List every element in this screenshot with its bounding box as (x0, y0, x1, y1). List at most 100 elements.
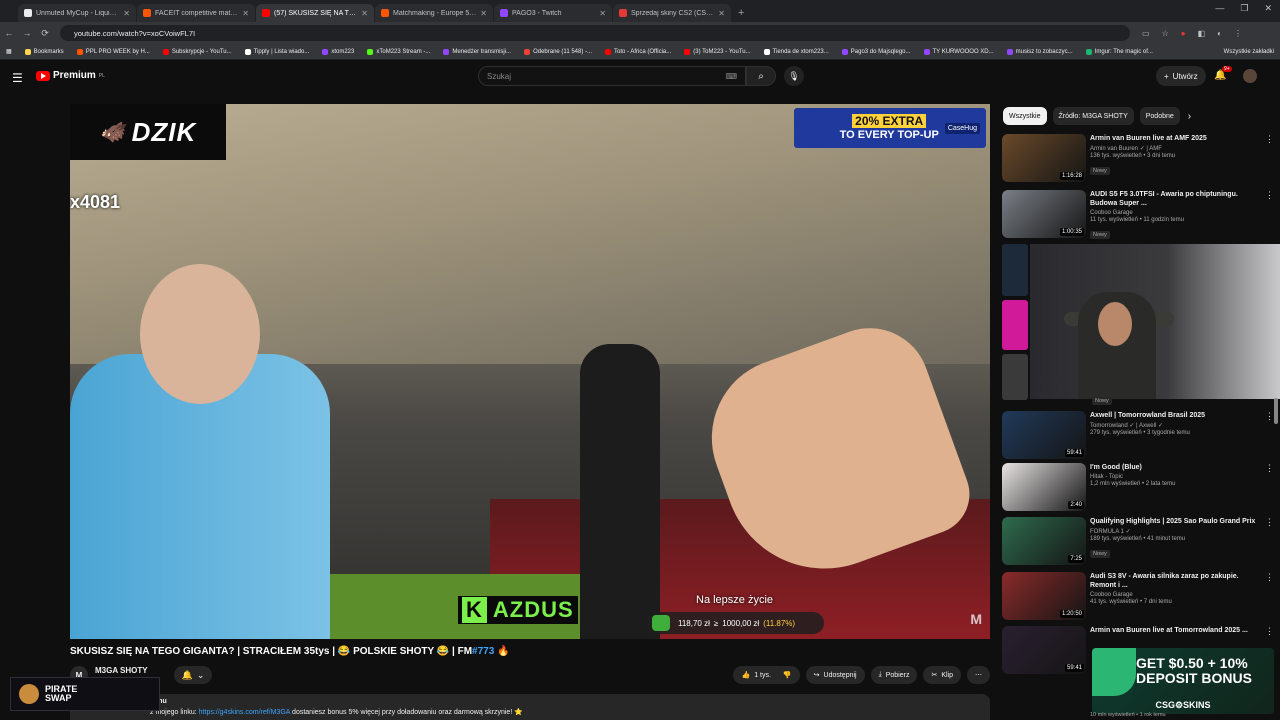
bookmark-item[interactable]: Pago3 do Majsqlego... (841, 48, 911, 55)
bookmark-item[interactable]: Odebrane (11 548) -... (524, 48, 592, 55)
new-tab-button[interactable]: + (738, 7, 744, 19)
filter-chip[interactable]: Wszystkie (1003, 107, 1047, 125)
bookmark-item[interactable]: Bookmarks (24, 48, 64, 55)
back-icon[interactable]: ← (0, 28, 18, 38)
rec-thumbnail[interactable]: 1:20:50 (1002, 572, 1086, 620)
rec-title[interactable]: AUDI S5 F5 3.0TFSI - Awaria po chiptunin… (1090, 190, 1260, 208)
browser-tab[interactable]: Matchmaking - Europe 5v5 Qu✕ (375, 4, 493, 22)
hamburger-menu-icon[interactable]: ☰ (12, 71, 23, 85)
rec-thumbnail[interactable]: 59:41 (1002, 411, 1086, 459)
rec-menu-icon[interactable]: ⋮ (1265, 517, 1274, 528)
more-actions-button[interactable]: ⋯ (967, 666, 990, 684)
rec-title[interactable]: Axwell | Tomorrowland Brasil 2025 (1090, 411, 1260, 420)
recommendation-item[interactable]: 1:20:50 Audi S3 8V - Awaria silnika zaraz… (1002, 572, 1274, 624)
rec-menu-icon[interactable]: ⋮ (1265, 411, 1274, 422)
profile-icon[interactable]: ◐ (1217, 29, 1222, 38)
close-window-button[interactable]: ✕ (1264, 3, 1272, 14)
filter-chip[interactable]: Źródło: M3GA SHOTY (1052, 107, 1134, 125)
rec-channel[interactable]: Cooboo Garage (1090, 592, 1260, 598)
rec-thumbnail[interactable]: 7:25 (1002, 517, 1086, 565)
voice-search-button[interactable]: 🎙 (784, 66, 804, 86)
pirate-swap-overlay[interactable]: PIRATE SWAP (10, 677, 160, 711)
channel-name[interactable]: M3GA SHOTY (95, 666, 148, 675)
rec-menu-icon[interactable]: ⋮ (1265, 463, 1274, 474)
bookmark-item[interactable]: Toto - Africa (Officia... (605, 48, 671, 55)
reload-icon[interactable]: ⟳ (36, 28, 54, 39)
rec-title[interactable]: Audi S3 8V - Awaria silnika zaraz po zak… (1090, 572, 1260, 590)
recommendation-item[interactable]: 2:40 I'm Good (Blue) Hitak - Topic 1,2 mln … (1002, 463, 1274, 515)
video-title-hashtag[interactable]: #773 (472, 646, 494, 657)
browser-tab[interactable]: PAGO3 - Twitch ✕ (494, 4, 612, 22)
bookmark-item[interactable]: Tipply | Lista wiado... (244, 48, 309, 55)
tab-close-icon[interactable]: ✕ (718, 9, 725, 18)
chevron-right-icon[interactable]: › (1188, 111, 1191, 122)
rec-channel[interactable]: Hitak - Topic (1090, 474, 1260, 480)
rec-channel[interactable]: Cooboo Garage (1090, 210, 1260, 216)
bookmark-item[interactable]: Imgur: The magic of... (1085, 48, 1153, 55)
like-dislike-button[interactable]: 👍 1 tys. 👎 (733, 666, 800, 684)
description-link[interactable]: https://g4skins.com/ref/M3GA (199, 709, 290, 716)
browser-tab[interactable]: Sprzedaj skiny CS2 (CSGO) | Ka ✕ (613, 4, 731, 22)
search-input[interactable]: Szukaj ⌨ (478, 66, 746, 86)
rec-thumbnail[interactable]: 59:41 (1002, 626, 1086, 674)
rec-menu-icon[interactable]: ⋮ (1265, 626, 1274, 637)
puzzle-icon[interactable]: ◧ (1198, 29, 1206, 38)
rec-channel[interactable]: FORMULA 1 ✓ (1090, 528, 1260, 535)
rec-title[interactable]: I'm Good (Blue) (1090, 463, 1260, 472)
all-bookmarks-link[interactable]: Wszystkie zakładki (1224, 49, 1274, 55)
share-button[interactable]: ↪ Udostępnij (805, 666, 865, 684)
bookmark-item[interactable]: xtom223 (322, 48, 354, 55)
rec-menu-icon[interactable]: ⋮ (1265, 134, 1274, 145)
bookmark-star-icon[interactable]: ☆ (1162, 29, 1169, 38)
video-description[interactable]: temu z mojego linku: https://g4skins.com… (70, 694, 990, 720)
tab-close-icon[interactable]: ✕ (599, 9, 606, 18)
video-player[interactable]: 🐗 DZIK x4081 20% EXTRA TO EVERY TOP-UP C… (70, 104, 990, 639)
download-button[interactable]: ⤓ Pobierz (870, 666, 918, 684)
rec-title[interactable]: Armin van Buuren live at Tomorrowland 20… (1090, 626, 1260, 635)
bookmark-item[interactable]: PPL PRO WEEK by H... (76, 48, 150, 55)
rec-title[interactable]: Armin van Buuren live at AMF 2025 (1090, 134, 1260, 143)
recommendation-item[interactable]: 1:16:28 Armin van Buuren live at AMF 2025… (1002, 134, 1274, 186)
create-button[interactable]: + Utwórz (1156, 66, 1206, 86)
rec-channel[interactable]: Tomorrowland ✓ | Axwell ✓ (1090, 422, 1260, 429)
bookmark-item[interactable]: musisz to zobaczyc... (1006, 48, 1073, 55)
bookmark-item[interactable]: TY KURWOOOO XD... (923, 48, 994, 55)
rec-title[interactable]: Qualifying Highlights | 2025 Sao Paulo G… (1090, 517, 1260, 526)
browser-tab[interactable]: FACEIT competitive match - Fa ✕ (137, 4, 255, 22)
thumbs-down-icon[interactable]: 👎 (783, 671, 792, 679)
maximize-button[interactable]: ❐ (1240, 3, 1248, 14)
subscription-bell-button[interactable]: 🔔 ⌄ (174, 666, 212, 684)
bookmark-item[interactable]: (3) ToM223 - YouTu... (684, 48, 751, 55)
recommendation-item[interactable]: 1:00:35 AUDI S5 F5 3.0TFSI - Awaria po ch… (1002, 190, 1274, 242)
apps-grid-icon[interactable]: ▦ (6, 48, 12, 55)
bookmark-item[interactable]: Subskrypcje - YouTu... (162, 48, 232, 55)
search-button[interactable]: ⌕ (746, 66, 776, 86)
tab-close-icon[interactable]: ✕ (361, 9, 368, 18)
cast-icon[interactable]: ▭ (1142, 29, 1150, 38)
clip-button[interactable]: ✂ Klip (923, 666, 961, 684)
minimize-button[interactable]: — (1215, 3, 1224, 14)
url-field[interactable]: youtube.com/watch?v=xoCVoiwFL7I (60, 25, 1130, 41)
menu-dots-icon[interactable]: ⋮ (1234, 29, 1242, 38)
rec-channel[interactable]: Armin van Buuren ✓ | AMF (1090, 145, 1260, 152)
tab-close-icon[interactable]: ✕ (123, 9, 130, 18)
rec-thumbnail[interactable]: 1:16:28 (1002, 134, 1086, 182)
tab-close-icon[interactable]: ✕ (242, 9, 249, 18)
keyboard-icon[interactable]: ⌨ (725, 72, 737, 81)
rec-menu-icon[interactable]: ⋮ (1265, 190, 1274, 201)
bookmark-item[interactable]: Tienda de xtom223... (763, 48, 829, 55)
sidebar-scrollbar[interactable] (1274, 398, 1278, 424)
rec-menu-icon[interactable]: ⋮ (1265, 572, 1274, 583)
bookmark-item[interactable]: Menedżer transmisji... (443, 48, 511, 55)
csgoskins-ad[interactable]: GET $0.50 + 10% DEPOSIT BONUS CSG⚙SKINS (1092, 648, 1274, 714)
browser-tab[interactable]: Unmuted MyCup - Liquipedia ✕ (18, 4, 136, 22)
bookmark-item[interactable]: xToM223 Stream -... (367, 48, 430, 55)
recommendation-item[interactable]: 59:41 Axwell | Tomorrowland Brasil 2025 To… (1002, 411, 1274, 463)
extension-icon[interactable]: ● (1181, 29, 1186, 38)
tab-close-icon[interactable]: ✕ (480, 9, 487, 18)
youtube-premium-logo[interactable]: Premium PL (36, 70, 105, 81)
browser-tab[interactable]: (57) SKUSISZ SIĘ NA TEGO GI ✕ (256, 4, 374, 22)
rec-thumbnail[interactable]: 1:00:35 (1002, 190, 1086, 238)
filter-chip[interactable]: Podobne (1139, 107, 1180, 125)
forward-icon[interactable]: → (18, 28, 36, 38)
